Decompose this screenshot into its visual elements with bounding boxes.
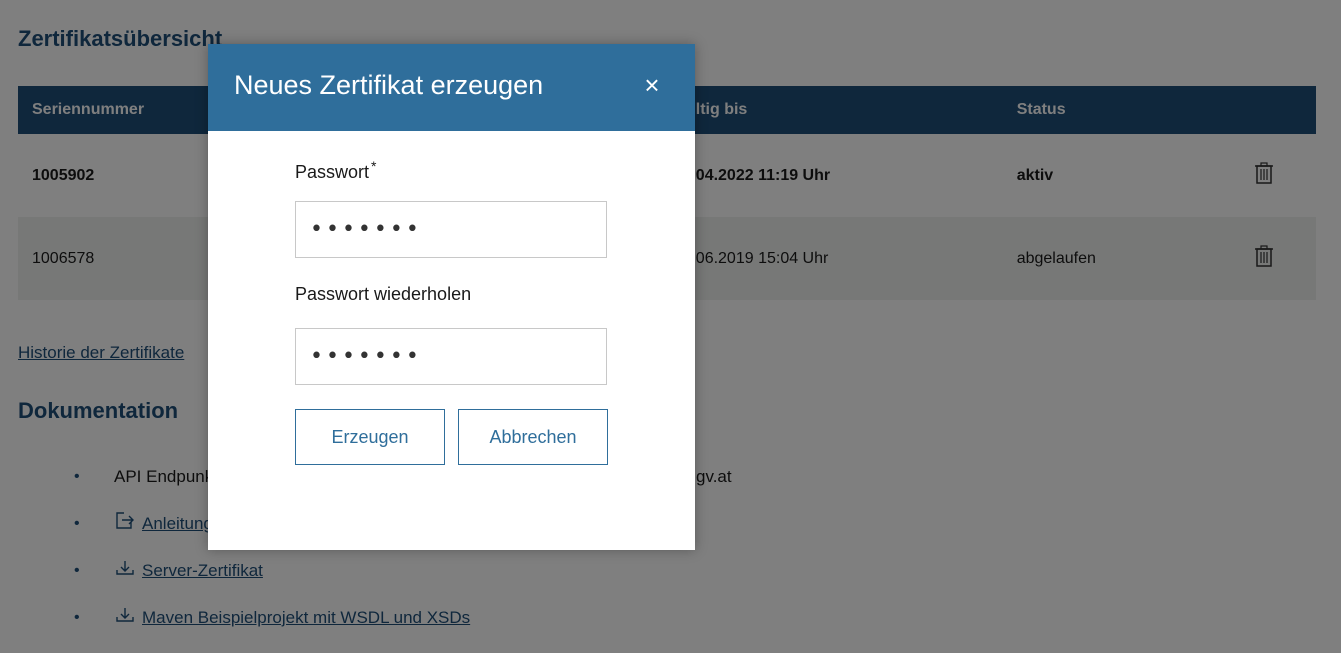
password-label-text: Passwort [295, 162, 370, 182]
required-marker: * [371, 158, 377, 174]
create-button[interactable]: Erzeugen [295, 409, 445, 465]
cancel-button[interactable]: Abbrechen [458, 409, 608, 465]
password-input[interactable] [295, 201, 607, 258]
dialog-header: Neues Zertifikat erzeugen × [208, 44, 695, 131]
password-label: Passwort * [295, 158, 376, 183]
close-icon[interactable]: × [639, 72, 665, 98]
create-certificate-dialog: Neues Zertifikat erzeugen × Passwort * Pa… [208, 44, 695, 550]
password-repeat-label: Passwort wiederholen [295, 284, 472, 304]
dialog-title: Neues Zertifikat erzeugen [234, 70, 544, 100]
password-repeat-input[interactable] [295, 328, 607, 385]
